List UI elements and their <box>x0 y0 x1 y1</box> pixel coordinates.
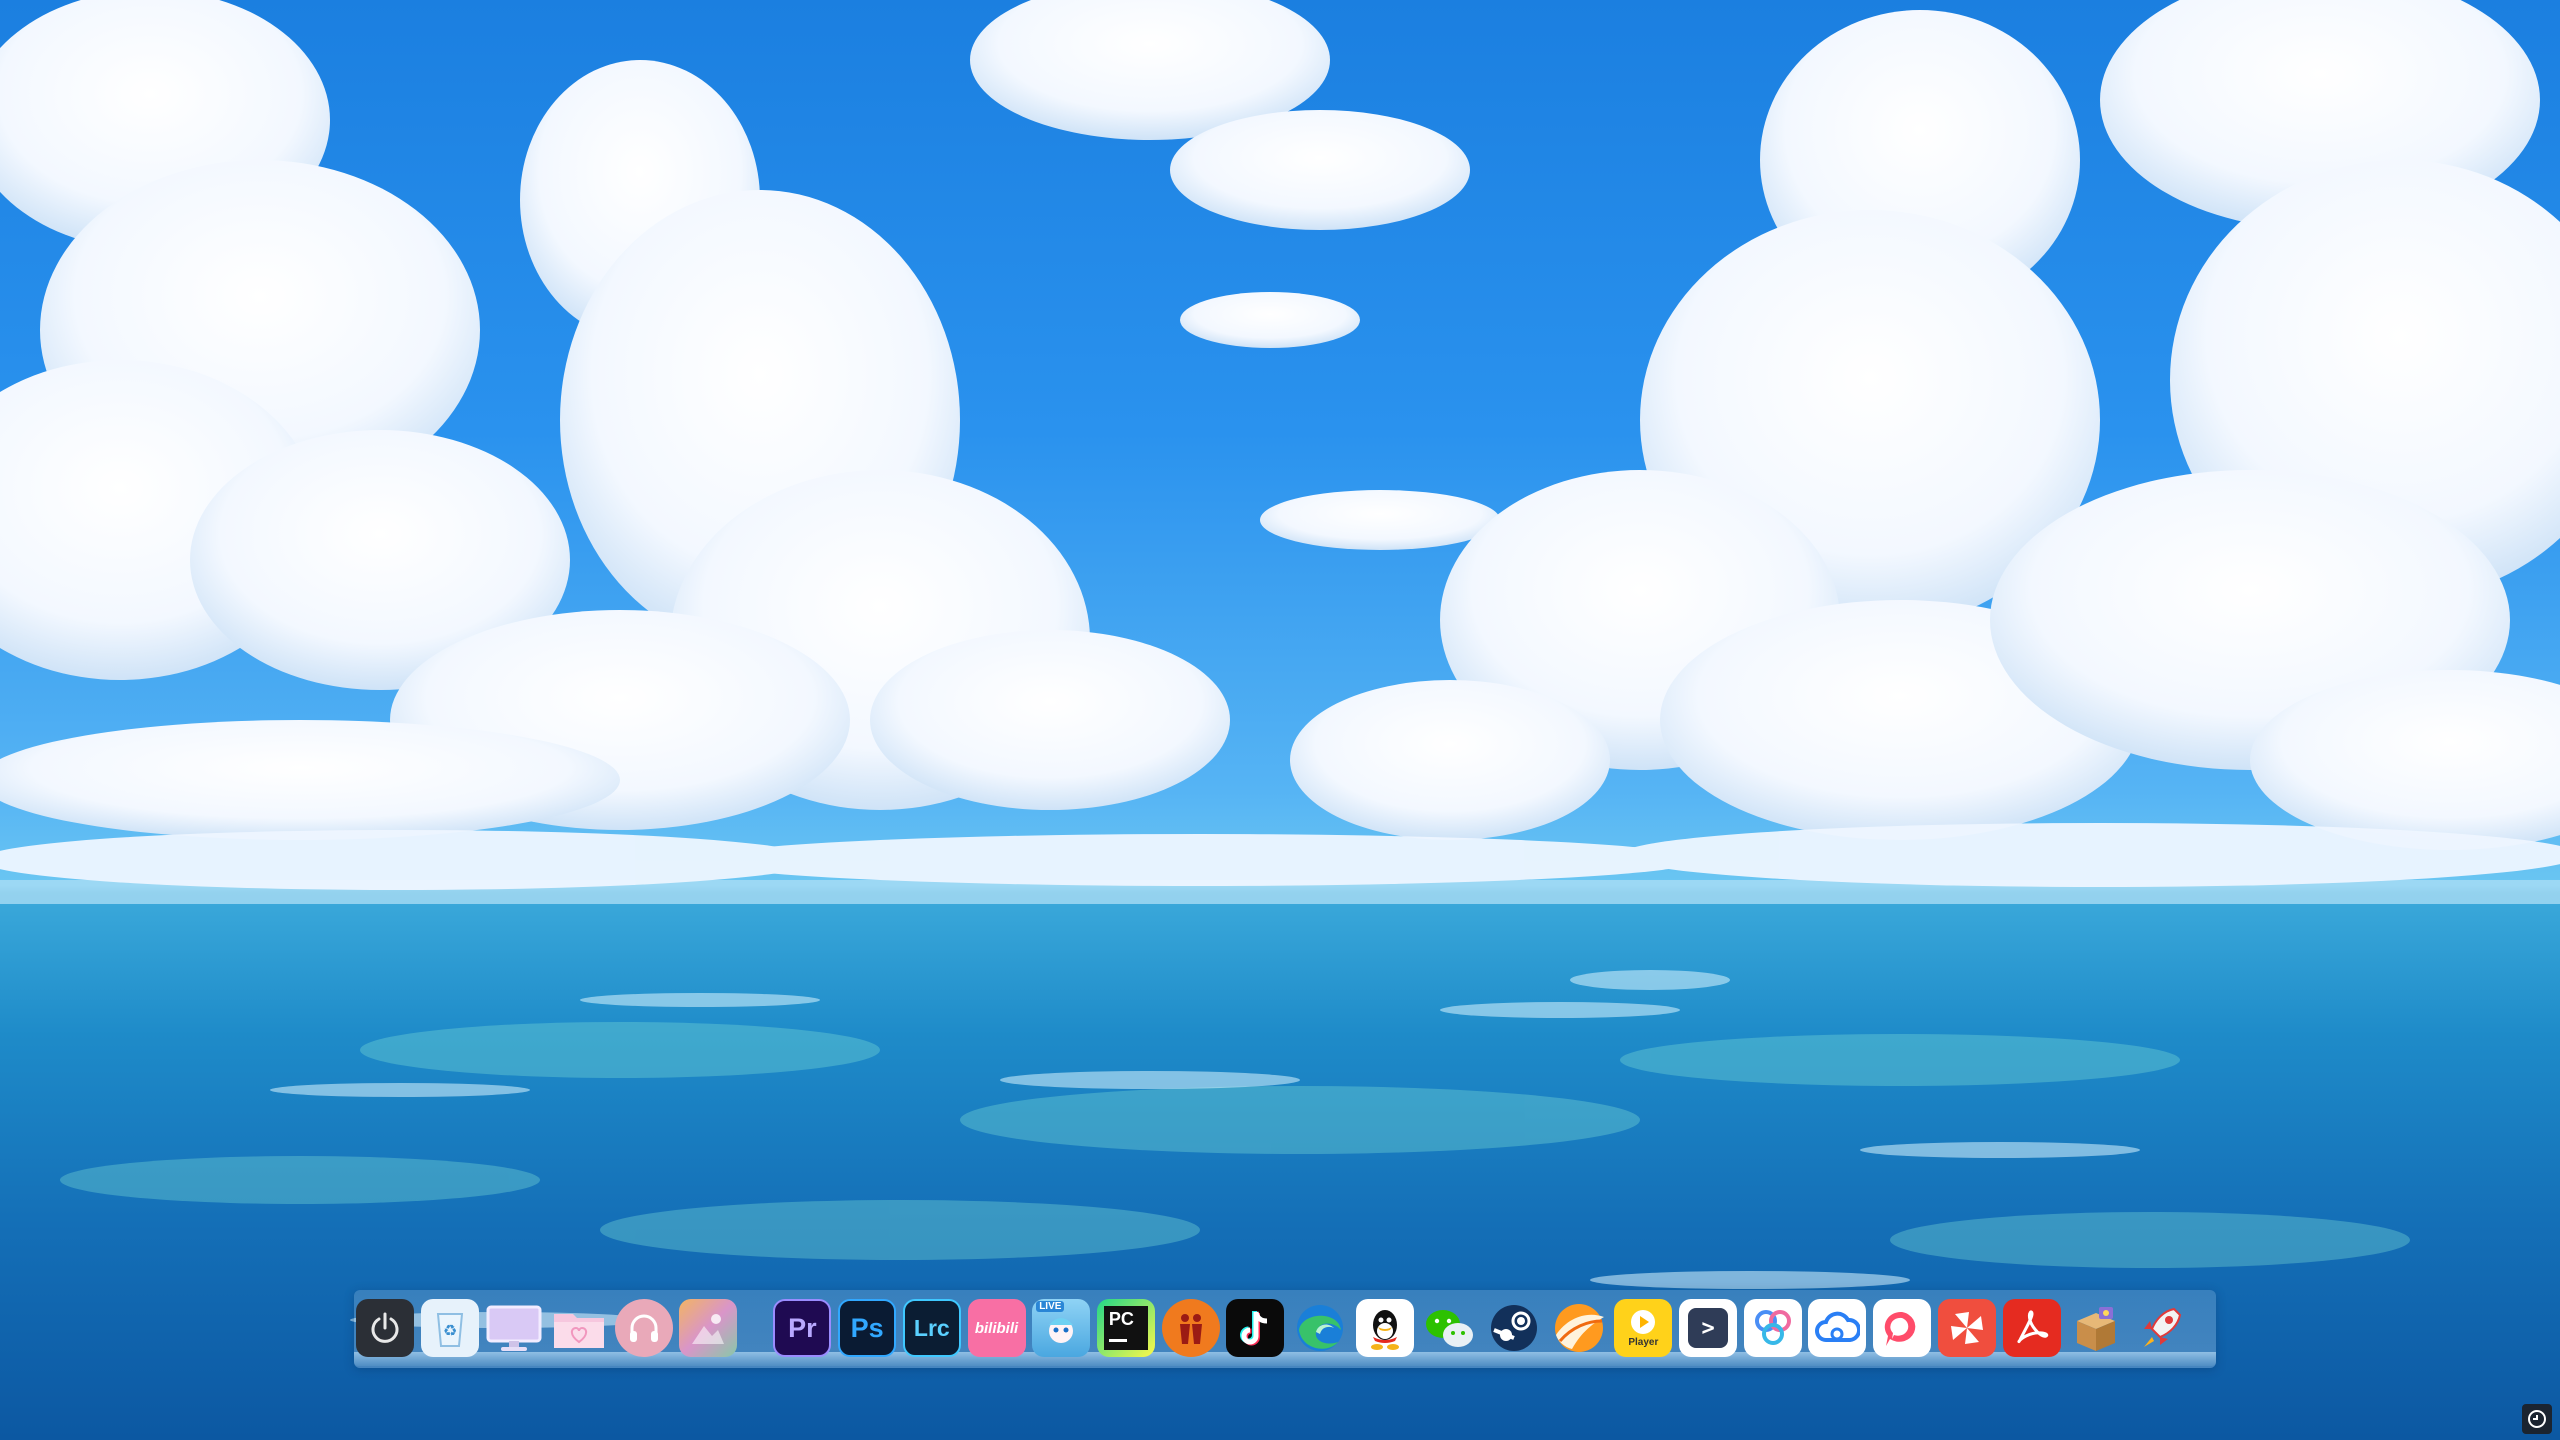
live-wallpaper-icon[interactable]: LIVE <box>1032 1299 1091 1357</box>
package-icon[interactable] <box>2067 1299 2125 1357</box>
browser-icon[interactable] <box>1550 1299 1608 1357</box>
folder-icon[interactable] <box>550 1299 608 1357</box>
bilibili-label: bilibili <box>974 1319 1019 1337</box>
corner-button-icon[interactable] <box>2522 1404 2552 1434</box>
potplayer-icon[interactable]: Player <box>1614 1299 1673 1357</box>
photoshop-label: Ps <box>850 1312 884 1343</box>
photoshop-icon[interactable]: Ps <box>838 1299 897 1357</box>
bilibili-icon[interactable]: bilibili <box>967 1299 1026 1357</box>
people-app-icon[interactable] <box>1161 1299 1220 1357</box>
chat-icon[interactable] <box>1873 1299 1932 1357</box>
monitor-icon[interactable] <box>485 1299 543 1357</box>
recycle-bin-icon[interactable]: ♻ <box>420 1299 479 1357</box>
qq-icon[interactable] <box>1355 1299 1414 1357</box>
headphones-icon[interactable] <box>614 1299 673 1357</box>
premiere-pro-icon[interactable]: Pr <box>773 1299 832 1357</box>
wallpaper <box>0 0 2560 1440</box>
tiktok-icon[interactable] <box>1226 1299 1285 1357</box>
pinwheel-app-icon[interactable] <box>1937 1299 1996 1357</box>
premiere-pro-label: Pr <box>788 1312 817 1343</box>
gallery-icon[interactable] <box>679 1299 738 1357</box>
desktop: ♻ Pr Ps Lrc bilibili LIVE PC Player > <box>0 0 2560 1440</box>
acrobat-icon[interactable] <box>2002 1299 2061 1357</box>
terminal-label: > <box>1701 1315 1715 1341</box>
potplayer-label: Player <box>1628 1336 1659 1348</box>
svg-text:♻: ♻ <box>443 1321 457 1340</box>
rocket-icon[interactable] <box>2132 1299 2190 1357</box>
lightroom-classic-icon[interactable]: Lrc <box>902 1299 961 1357</box>
dock-icon-row: ♻ Pr Ps Lrc bilibili LIVE PC Player > <box>356 1298 2197 1358</box>
power-icon[interactable] <box>356 1299 414 1357</box>
lightroom-classic-label: Lrc <box>913 1314 950 1341</box>
terminal-icon[interactable]: > <box>1679 1299 1738 1357</box>
wechat-icon[interactable] <box>1420 1299 1478 1357</box>
steam-icon[interactable] <box>1485 1299 1543 1357</box>
connect-icon[interactable] <box>1743 1299 1802 1357</box>
pycharm-icon[interactable]: PC <box>1096 1299 1155 1357</box>
edge-icon[interactable] <box>1291 1299 1349 1357</box>
cloud-drive-icon[interactable] <box>1808 1299 1867 1357</box>
